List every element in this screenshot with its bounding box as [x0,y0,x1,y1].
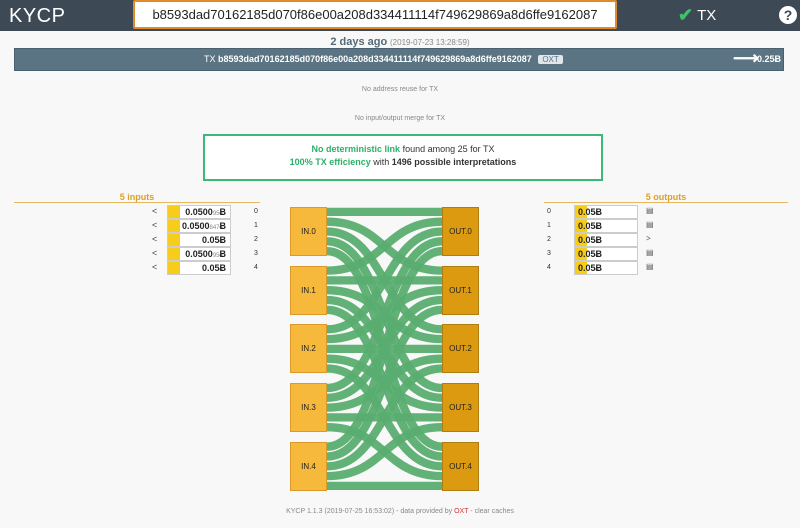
footer-oxt-link[interactable]: OXT [454,508,468,515]
output-node[interactable]: OUT.3 [442,383,479,433]
clear-caches-link[interactable]: clear caches [475,508,514,515]
footer: KYCP 1.1.3 (2019-07-25 16:53:02) - data … [0,508,800,515]
footer-version: KYCP 1.1.3 (2019-07-25 16:53:02) - data … [286,508,453,515]
linkability-graph [326,207,443,491]
output-node[interactable]: OUT.1 [442,265,479,315]
output-node[interactable]: OUT.2 [442,324,479,374]
input-node[interactable]: IN.4 [290,441,327,491]
output-node[interactable]: OUT.4 [442,441,479,491]
input-node[interactable]: IN.1 [290,265,327,315]
output-node[interactable]: OUT.0 [442,207,479,256]
input-node[interactable]: IN.3 [290,383,327,433]
input-node[interactable]: IN.0 [290,207,327,256]
input-node[interactable]: IN.2 [290,324,327,374]
